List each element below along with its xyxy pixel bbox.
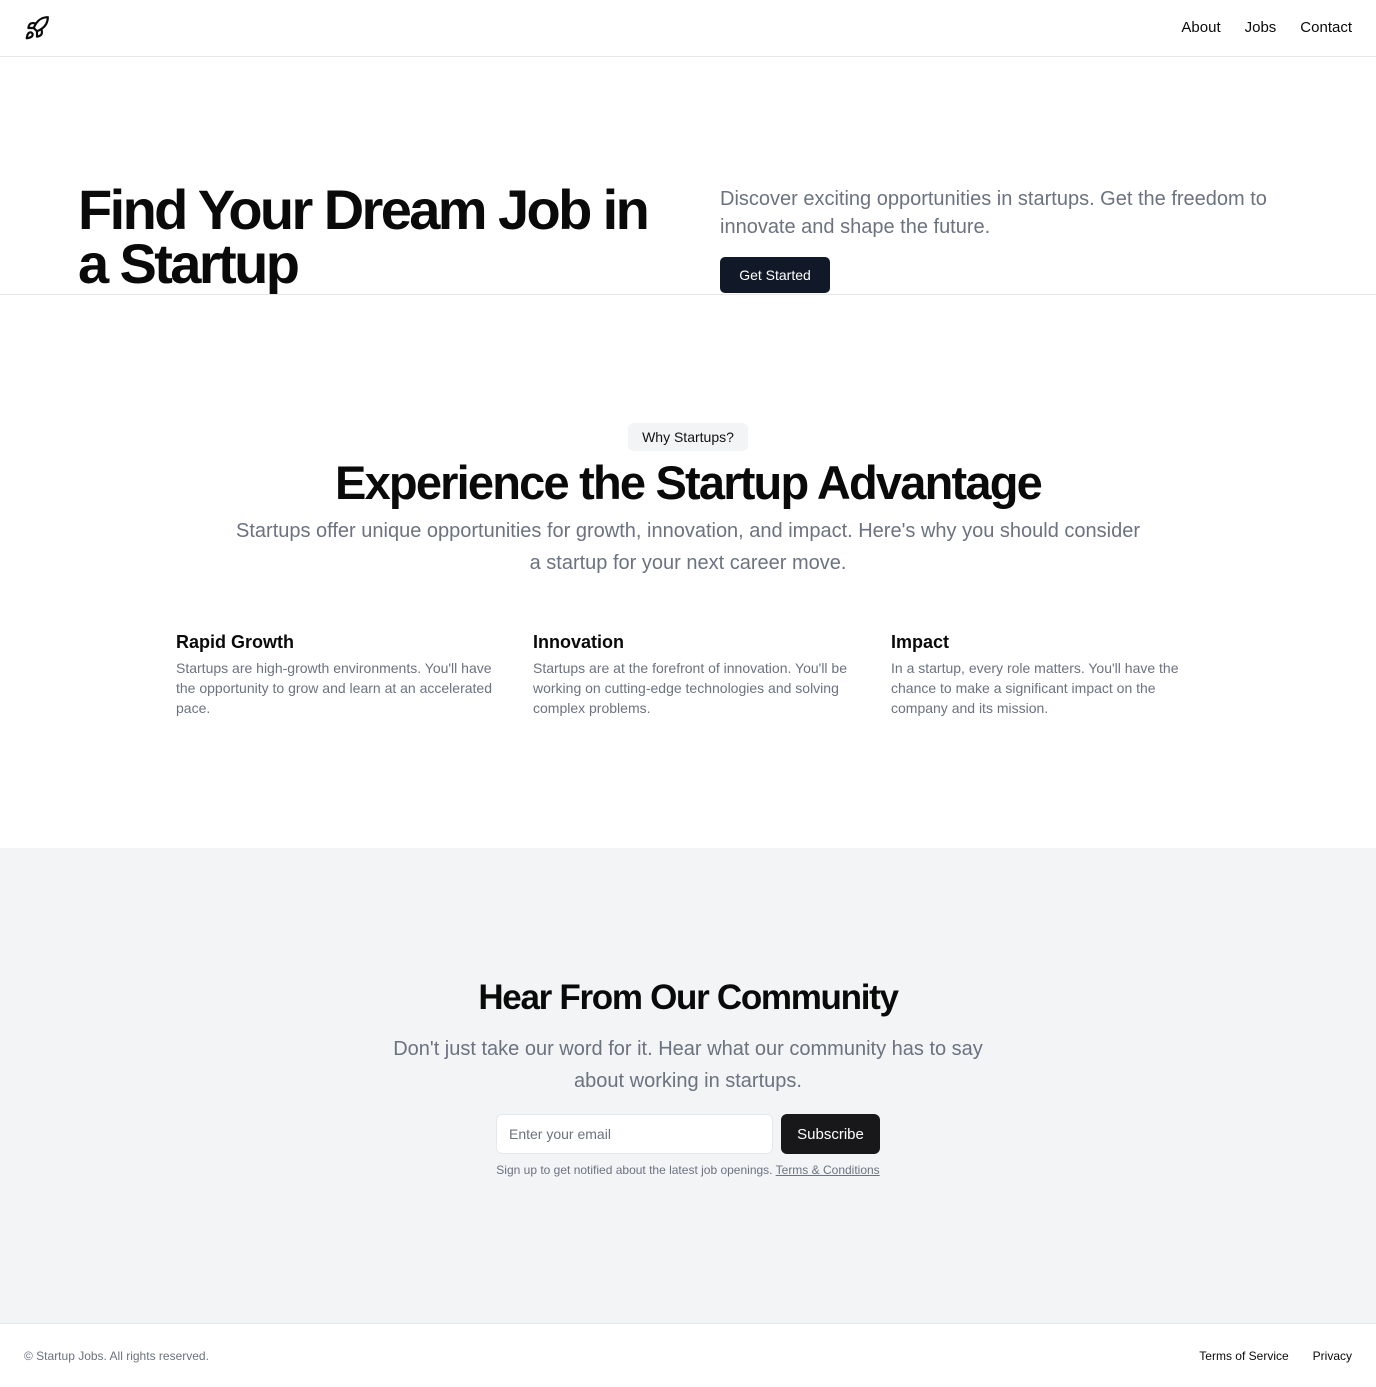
nav-link-contact[interactable]: Contact — [1300, 18, 1352, 38]
nav-link-about[interactable]: About — [1181, 18, 1220, 38]
copyright-text: © Startup Jobs. All rights reserved. — [24, 1349, 209, 1363]
footer-link-terms[interactable]: Terms of Service — [1199, 1348, 1288, 1364]
feature-title: Innovation — [533, 632, 624, 652]
footer: © Startup Jobs. All rights reserved. Ter… — [0, 1323, 1376, 1387]
footer-nav: Terms of Service Privacy — [1199, 1348, 1352, 1364]
feature-text: In a startup, every role matters. You'll… — [891, 660, 1179, 716]
community-section: Hear From Our Community Don't just take … — [0, 848, 1376, 1323]
hero-section: Find Your Dream Job in a Startup Discove… — [0, 57, 1376, 295]
terms-conditions-link[interactable]: Terms & Conditions — [776, 1163, 880, 1177]
community-title: Hear From Our Community — [478, 978, 899, 1017]
hero-title: Find Your Dream Job in a Startup — [78, 178, 650, 295]
why-description: Startups offer unique opportunities for … — [236, 520, 1140, 574]
feature-text: Startups are at the forefront of innovat… — [533, 660, 847, 716]
hero-description: Discover exciting opportunities in start… — [720, 188, 1267, 238]
logo-link[interactable] — [24, 15, 50, 41]
community-description: Don't just take our word for it. Hear wh… — [393, 1038, 983, 1092]
footer-link-privacy[interactable]: Privacy — [1313, 1348, 1352, 1364]
subscribe-button[interactable]: Subscribe — [781, 1114, 880, 1154]
feature-title: Impact — [891, 632, 950, 652]
get-started-button[interactable]: Get Started — [720, 257, 830, 293]
feature-title: Rapid Growth — [176, 632, 294, 652]
section-badge: Why Startups? — [628, 423, 748, 451]
feature-text: Startups are high-growth environments. Y… — [176, 660, 492, 716]
signup-note: Sign up to get notified about the latest… — [496, 1162, 880, 1178]
email-input[interactable] — [496, 1114, 773, 1154]
main-nav: About Jobs Contact — [1181, 18, 1352, 38]
why-title: Experience the Startup Advantage — [335, 456, 1043, 509]
feature-rapid-growth: Rapid Growth Startups are high-growth en… — [176, 630, 496, 718]
rocket-icon — [25, 16, 49, 40]
feature-impact: Impact In a startup, every role matters.… — [891, 630, 1211, 718]
top-navbar: About Jobs Contact — [0, 0, 1376, 57]
signup-note-text: Sign up to get notified about the latest… — [496, 1163, 773, 1177]
feature-innovation: Innovation Startups are at the forefront… — [533, 630, 853, 718]
nav-link-jobs[interactable]: Jobs — [1245, 18, 1277, 38]
